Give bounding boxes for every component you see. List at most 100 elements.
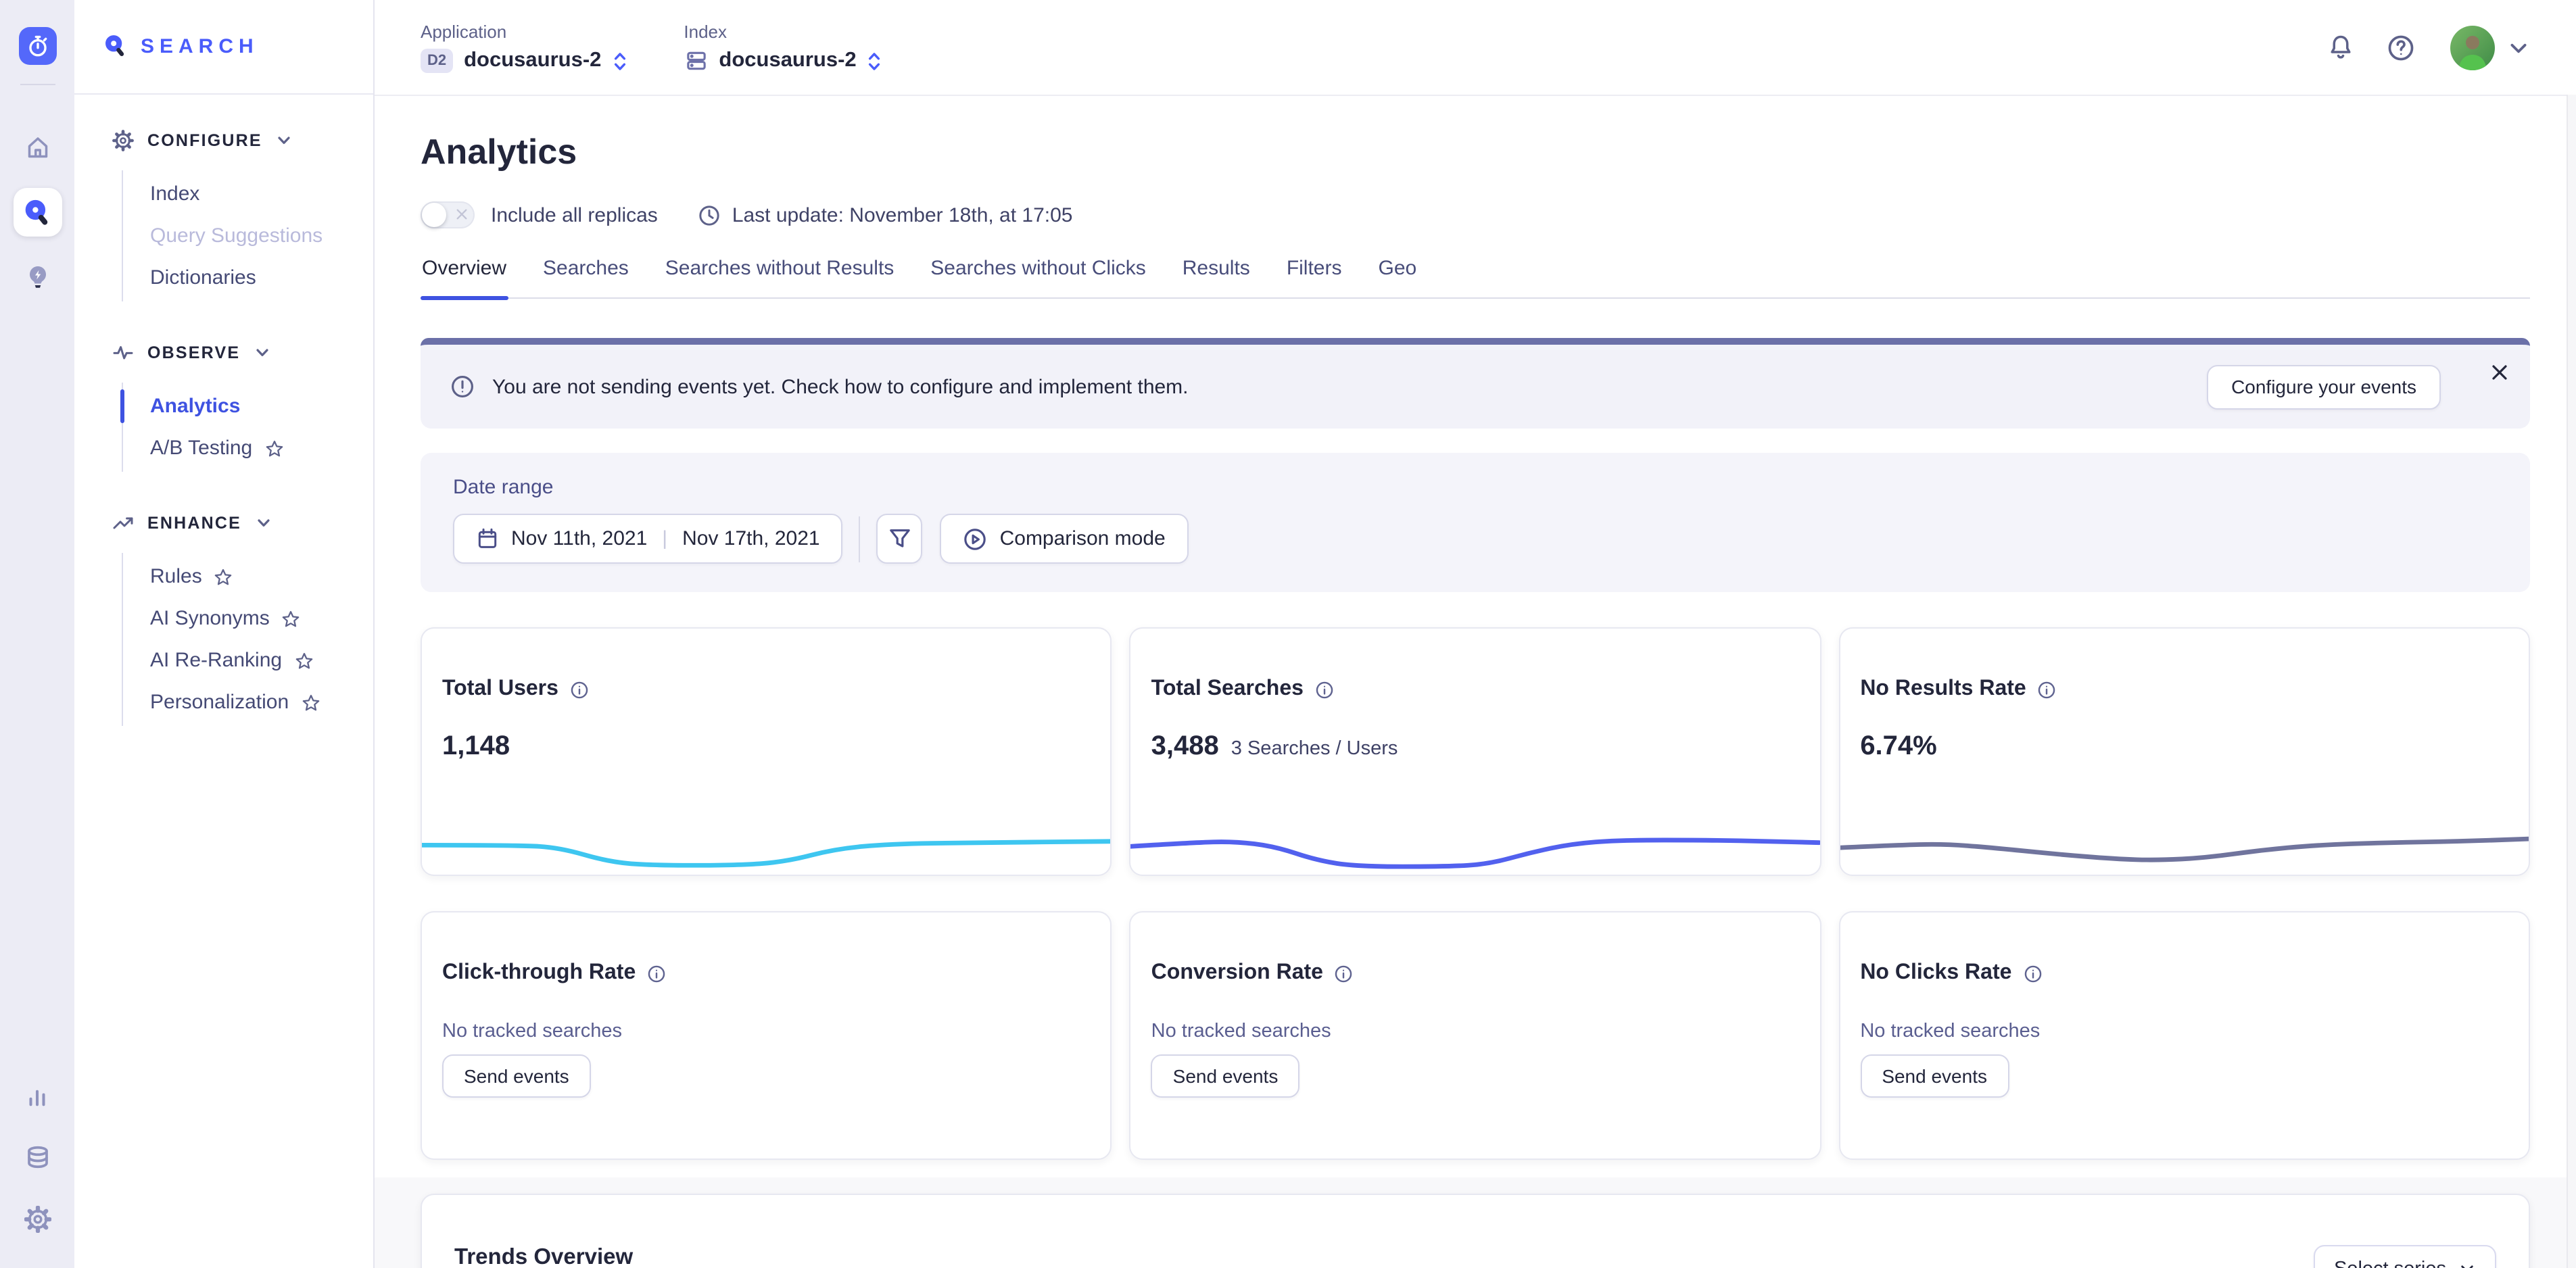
send-events-button[interactable]: Send events [1860, 1054, 2009, 1098]
section-header-enhance[interactable]: ENHANCE [112, 512, 373, 534]
bar-chart-icon [24, 1082, 50, 1108]
sidebar: SEARCH CONFIGURE [74, 0, 375, 1268]
toggle-off-x-icon [456, 208, 468, 220]
star-icon[interactable] [214, 567, 233, 586]
sidebar-item-analytics[interactable]: Analytics [123, 385, 373, 427]
date-start: Nov 11th, 2021 [511, 527, 647, 550]
tab-overview[interactable]: Overview [421, 257, 508, 297]
card-value: 1,148 [442, 731, 510, 762]
nav-section-enhance: ENHANCE Rules AI Synonyms AI R [112, 512, 373, 726]
sidebar-item-personalization[interactable]: Personalization [123, 681, 373, 723]
trends-title: Trends Overview [454, 1245, 633, 1268]
avatar[interactable] [2450, 25, 2495, 70]
tab-filters[interactable]: Filters [1285, 257, 1343, 297]
app-switcher-button[interactable] [18, 27, 56, 65]
star-icon[interactable] [264, 439, 283, 458]
info-icon[interactable] [569, 679, 590, 700]
main-area: Application D2 docusaurus-2 Index [375, 0, 2576, 1268]
chevron-down-icon [255, 515, 271, 531]
sidebar-item-index[interactable]: Index [123, 173, 373, 215]
rail-data-button[interactable] [13, 1133, 62, 1181]
tab-searches[interactable]: Searches [542, 257, 630, 297]
comparison-mode-button[interactable]: Comparison mode [940, 514, 1189, 564]
help-icon[interactable] [2387, 33, 2415, 62]
sidebar-item-label: AI Synonyms [150, 607, 270, 630]
index-label: Index [684, 22, 882, 42]
funnel-icon [888, 527, 911, 550]
card-status: No tracked searches [1151, 1021, 1800, 1042]
metric-cards-row: Total Users 1,148 Total Searches [421, 627, 2530, 876]
comparison-mode-label: Comparison mode [1000, 527, 1166, 550]
nav-items-observe: Analytics A/B Testing [122, 383, 373, 472]
card-conversion-rate: Conversion Rate No tracked searches Send… [1130, 911, 1821, 1160]
section-label: CONFIGURE [147, 131, 262, 150]
nav-items-configure: Index Query Suggestions Dictionaries [122, 170, 373, 301]
filter-button[interactable] [877, 514, 923, 564]
rail-settings-button[interactable] [13, 1195, 62, 1244]
include-replicas-toggle[interactable] [421, 201, 475, 228]
info-icon[interactable] [1334, 963, 1354, 983]
lightbulb-icon [24, 264, 51, 291]
product-logo[interactable]: SEARCH [74, 0, 373, 95]
sidebar-item-label: AI Re-Ranking [150, 649, 282, 672]
rail-search-button[interactable] [13, 188, 62, 237]
sidebar-item-rules[interactable]: Rules [123, 556, 373, 598]
star-icon[interactable] [282, 609, 301, 628]
sidebar-item-ab-testing[interactable]: A/B Testing [123, 427, 373, 469]
last-update-text: Last update: November 18th, at 17:05 [732, 203, 1073, 226]
tab-geo[interactable]: Geo [1377, 257, 1418, 297]
sidebar-item-ai-re-ranking[interactable]: AI Re-Ranking [123, 639, 373, 681]
send-events-button[interactable]: Send events [442, 1054, 591, 1098]
sidebar-item-query-suggestions[interactable]: Query Suggestions [123, 215, 373, 257]
star-icon[interactable] [294, 651, 313, 670]
rail-analytics-button[interactable] [13, 1071, 62, 1119]
rail-recommend-button[interactable] [13, 253, 62, 301]
page-title: Analytics [421, 131, 2530, 173]
total-searches-sparkline [1131, 826, 1820, 872]
stopwatch-icon [25, 34, 49, 58]
info-icon[interactable] [1314, 679, 1335, 700]
info-icon[interactable] [2037, 679, 2057, 700]
card-title: Total Users [442, 677, 558, 702]
send-events-button[interactable]: Send events [1151, 1054, 1300, 1098]
application-selector[interactable]: Application D2 docusaurus-2 [421, 22, 627, 73]
info-icon[interactable] [2022, 963, 2043, 983]
trends-section: Trends Overview Select series [375, 1177, 2576, 1268]
chevron-down-icon [254, 345, 270, 361]
configure-events-button[interactable]: Configure your events [2207, 364, 2441, 409]
star-icon[interactable] [301, 693, 320, 712]
scrollbar[interactable] [2567, 95, 2576, 1268]
index-selector[interactable]: Index docusaurus-2 [684, 22, 882, 73]
stepper-icon [867, 49, 882, 72]
sidebar-item-ai-synonyms[interactable]: AI Synonyms [123, 598, 373, 639]
tab-searches-without-results[interactable]: Searches without Results [664, 257, 896, 297]
section-header-configure[interactable]: CONFIGURE [112, 130, 373, 151]
tab-results[interactable]: Results [1181, 257, 1251, 297]
bell-icon[interactable] [2327, 34, 2354, 61]
sidebar-item-dictionaries[interactable]: Dictionaries [123, 257, 373, 299]
events-banner: You are not sending events yet. Check ho… [421, 338, 2530, 429]
card-subtitle: 3 Searches / Users [1231, 738, 1398, 760]
chevron-down-icon[interactable] [2507, 36, 2530, 59]
include-replicas-label: Include all replicas [491, 203, 658, 226]
database-icon [24, 1144, 51, 1171]
tab-searches-without-clicks[interactable]: Searches without Clicks [929, 257, 1147, 297]
card-title: Total Searches [1151, 677, 1304, 702]
card-total-users: Total Users 1,148 [421, 627, 1112, 876]
select-series-button[interactable]: Select series [2314, 1245, 2496, 1268]
date-end: Nov 17th, 2021 [682, 527, 820, 550]
date-range-picker[interactable]: Nov 11th, 2021 | Nov 17th, 2021 [453, 514, 843, 564]
sidebar-item-label: Personalization [150, 691, 289, 714]
section-header-observe[interactable]: OBSERVE [112, 342, 373, 364]
info-icon[interactable] [646, 963, 667, 983]
close-icon[interactable] [2489, 362, 2510, 383]
nav-section-configure: CONFIGURE Index Query Suggestions Dictio… [112, 130, 373, 301]
rail-home-button[interactable] [13, 123, 62, 172]
chevron-down-icon [276, 132, 292, 149]
sidebar-nav: CONFIGURE Index Query Suggestions Dictio… [74, 95, 373, 766]
topbar-actions [2327, 25, 2530, 70]
last-update: Last update: November 18th, at 17:05 [698, 203, 1073, 226]
application-label: Application [421, 22, 627, 42]
page-meta-row: Include all replicas Last update: Novemb… [421, 201, 2530, 228]
activity-icon [112, 342, 134, 364]
